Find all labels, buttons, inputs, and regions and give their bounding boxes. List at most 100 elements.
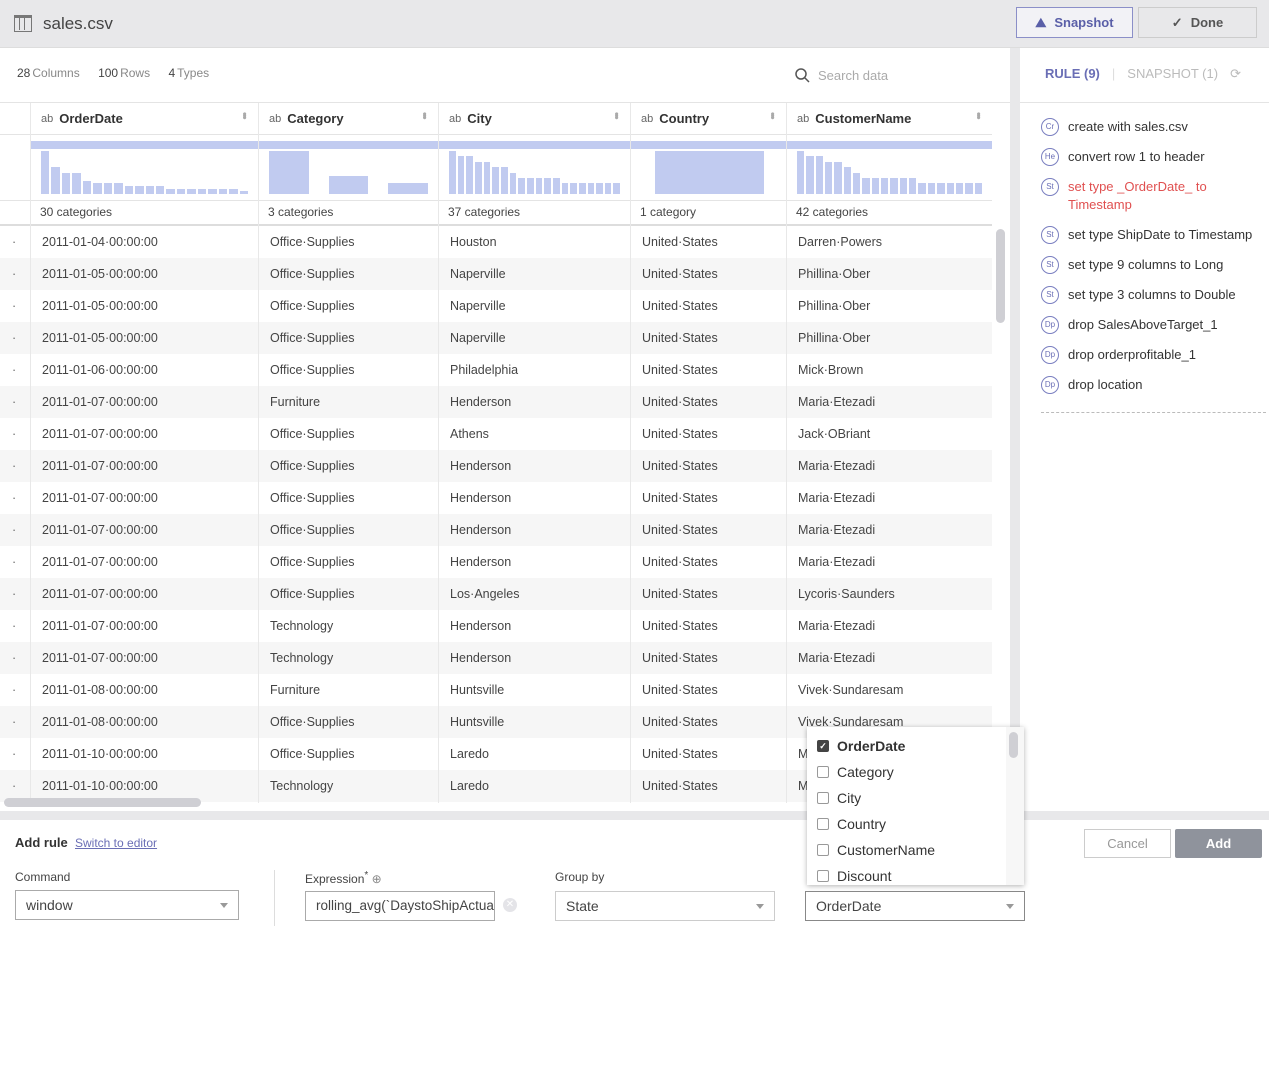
histogram-bar[interactable] — [155, 185, 165, 194]
histogram-bar[interactable] — [135, 185, 144, 194]
table-cell[interactable]: Office·Supplies — [259, 738, 438, 770]
rule-item[interactable]: Dp drop SalesAboveTarget_1 — [1041, 316, 1266, 334]
checkbox[interactable] — [817, 818, 829, 830]
command-select[interactable]: window — [15, 890, 239, 920]
table-cell[interactable]: Naperville — [439, 322, 630, 354]
table-cell[interactable]: Office·Supplies — [259, 226, 438, 258]
column-histogram[interactable] — [259, 135, 438, 201]
table-cell[interactable]: 2011-01-07·00:00:00 — [31, 482, 258, 514]
rule-item[interactable]: St set type 3 columns to Double — [1041, 286, 1266, 304]
group-by-select[interactable]: State — [555, 891, 775, 921]
table-cell[interactable]: Henderson — [439, 386, 630, 418]
snapshot-button[interactable]: ⛰ Snapshot — [1016, 7, 1133, 38]
histogram-bar[interactable] — [871, 177, 880, 194]
histogram-bar[interactable] — [587, 183, 595, 194]
more-icon[interactable]: ••• — [766, 112, 778, 118]
table-cell[interactable]: 2011-01-07·00:00:00 — [31, 610, 258, 642]
order-by-select[interactable]: OrderDate — [805, 891, 1025, 921]
table-cell[interactable]: Maria·Etezadi — [787, 482, 992, 514]
table-cell[interactable]: United·States — [631, 514, 786, 546]
column-histogram[interactable] — [787, 135, 992, 201]
table-cell[interactable]: Technology — [259, 642, 438, 674]
histogram-bar[interactable] — [806, 156, 814, 194]
table-cell[interactable]: Maria·Etezadi — [787, 450, 992, 482]
histogram-bar[interactable] — [927, 183, 936, 194]
add-button[interactable]: Add — [1175, 829, 1262, 858]
table-cell[interactable]: Office·Supplies — [259, 354, 438, 386]
table-cell[interactable]: Jack·OBriant — [787, 418, 992, 450]
expression-input[interactable]: rolling_avg(`DaystoShipActua — [305, 891, 495, 921]
histogram-bar[interactable] — [93, 183, 102, 194]
more-icon[interactable]: ••• — [238, 112, 250, 118]
vertical-scrollbar[interactable] — [996, 229, 1005, 323]
histogram-bar[interactable] — [239, 191, 249, 194]
histogram-bar[interactable] — [82, 180, 92, 194]
histogram-bar[interactable] — [843, 167, 852, 194]
histogram-bar[interactable] — [124, 185, 134, 194]
order-option[interactable]: ✓ OrderDate — [807, 733, 1024, 759]
histogram-bar[interactable] — [114, 183, 123, 194]
rule-item[interactable]: He convert row 1 to header — [1041, 148, 1266, 166]
table-cell[interactable]: Houston — [439, 226, 630, 258]
checkbox[interactable]: ✓ — [817, 740, 829, 752]
table-cell[interactable]: Lycoris·Saunders — [787, 578, 992, 610]
table-cell[interactable]: Office·Supplies — [259, 418, 438, 450]
table-cell[interactable]: Philadelphia — [439, 354, 630, 386]
table-cell[interactable]: Henderson — [439, 482, 630, 514]
table-cell[interactable]: 2011-01-10·00:00:00 — [31, 738, 258, 770]
table-cell[interactable]: Office·Supplies — [259, 578, 438, 610]
resize-divider[interactable] — [0, 811, 1269, 820]
table-cell[interactable]: Henderson — [439, 546, 630, 578]
rule-item[interactable]: Cr create with sales.csv — [1041, 118, 1266, 136]
table-cell[interactable]: Furniture — [259, 386, 438, 418]
histogram-bar[interactable] — [890, 177, 898, 194]
histogram-bar[interactable] — [853, 172, 861, 194]
checkbox[interactable] — [817, 870, 829, 882]
table-cell[interactable]: Office·Supplies — [259, 482, 438, 514]
table-cell[interactable]: Henderson — [439, 450, 630, 482]
checkbox[interactable] — [817, 792, 829, 804]
histogram-bar[interactable] — [269, 151, 309, 194]
table-cell[interactable]: 2011-01-06·00:00:00 — [31, 354, 258, 386]
column-histogram[interactable] — [631, 135, 786, 201]
table-cell[interactable]: Maria·Etezadi — [787, 546, 992, 578]
order-option[interactable]: Country — [807, 811, 1024, 837]
cancel-button[interactable]: Cancel — [1084, 829, 1171, 858]
column-header[interactable]: ab CustomerName ••• — [787, 103, 992, 135]
table-cell[interactable]: Maria·Etezadi — [787, 386, 992, 418]
table-cell[interactable]: Maria·Etezadi — [787, 642, 992, 674]
tab-rule[interactable]: RULE (9) — [1045, 66, 1100, 82]
refresh-icon[interactable]: ⟳ — [1230, 66, 1241, 82]
tab-snapshot[interactable]: SNAPSHOT (1) — [1127, 66, 1218, 82]
histogram-bar[interactable] — [552, 177, 560, 194]
histogram-bar[interactable] — [937, 183, 945, 194]
table-cell[interactable]: Darren·Powers — [787, 226, 992, 258]
table-cell[interactable]: Henderson — [439, 642, 630, 674]
histogram-bar[interactable] — [218, 188, 228, 194]
histogram-bar[interactable] — [825, 161, 833, 194]
column-header[interactable]: ab City ••• — [439, 103, 630, 135]
histogram-bar[interactable] — [449, 151, 456, 194]
column-header[interactable]: ab Country ••• — [631, 103, 786, 135]
histogram-bar[interactable] — [166, 188, 175, 194]
rule-item[interactable]: St set type _OrderDate_ to Timestamp — [1041, 178, 1266, 214]
table-cell[interactable]: Los·Angeles — [439, 578, 630, 610]
rule-item[interactable]: St set type ShipDate to Timestamp — [1041, 226, 1266, 244]
table-cell[interactable]: 2011-01-05·00:00:00 — [31, 258, 258, 290]
table-cell[interactable]: United·States — [631, 322, 786, 354]
table-cell[interactable]: 2011-01-04·00:00:00 — [31, 226, 258, 258]
table-cell[interactable]: 2011-01-08·00:00:00 — [31, 706, 258, 738]
table-cell[interactable]: United·States — [631, 674, 786, 706]
histogram-bar[interactable] — [570, 183, 577, 194]
table-cell[interactable]: Maria·Etezadi — [787, 514, 992, 546]
table-cell[interactable]: United·States — [631, 386, 786, 418]
table-cell[interactable]: Henderson — [439, 610, 630, 642]
table-cell[interactable]: Technology — [259, 770, 438, 802]
table-cell[interactable]: 2011-01-05·00:00:00 — [31, 322, 258, 354]
order-option[interactable]: Discount — [807, 863, 1024, 885]
table-cell[interactable]: Laredo — [439, 770, 630, 802]
histogram-bar[interactable] — [655, 151, 764, 194]
table-cell[interactable]: Office·Supplies — [259, 514, 438, 546]
table-cell[interactable]: United·States — [631, 546, 786, 578]
table-cell[interactable]: 2011-01-08·00:00:00 — [31, 674, 258, 706]
